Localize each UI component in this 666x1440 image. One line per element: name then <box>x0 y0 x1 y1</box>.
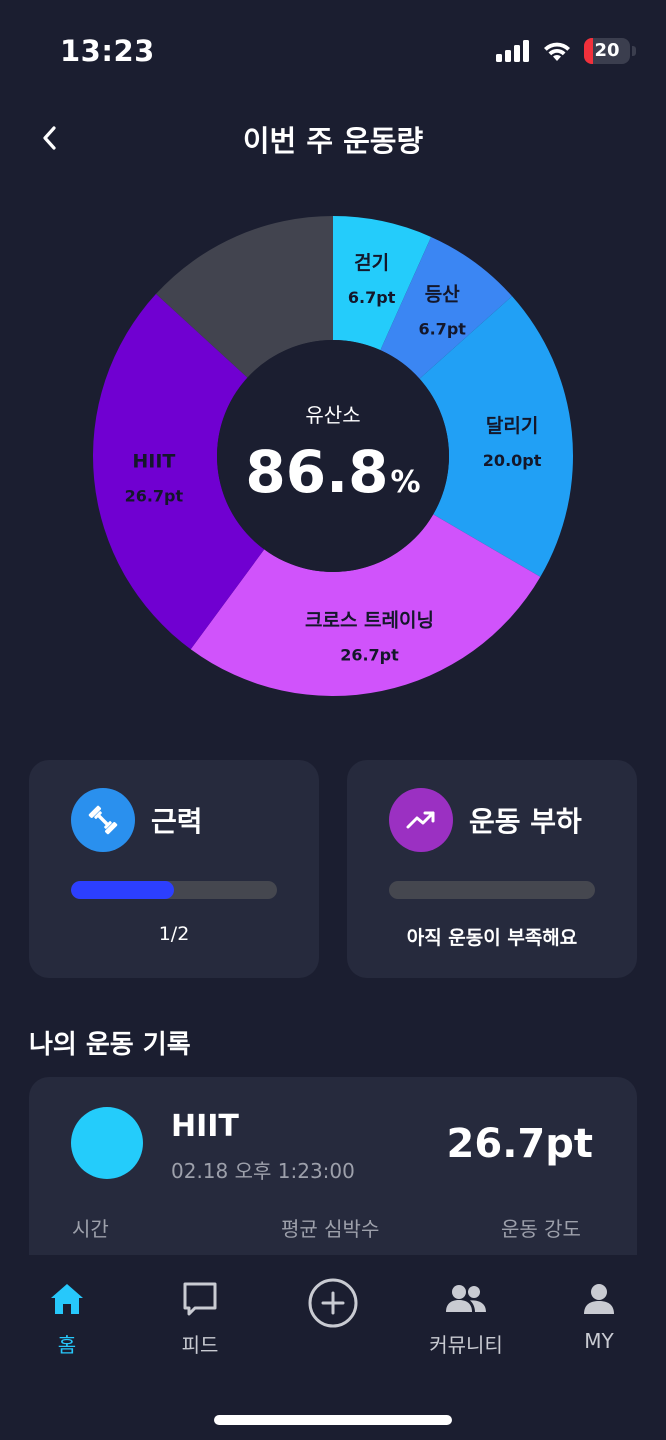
tab-bar: 홈 피드 커뮤니티 MY <box>0 1255 666 1440</box>
tab-my-label: MY <box>584 1329 614 1353</box>
tab-add[interactable] <box>268 1255 398 1365</box>
records-section-title: 나의 운동 기록 <box>29 1030 191 1060</box>
cellular-signal-icon <box>496 40 529 62</box>
record-points: 26.7pt <box>446 1121 593 1167</box>
record-date: 02.18 오후 1:23:00 <box>171 1159 355 1183</box>
tab-community[interactable]: 커뮤니티 <box>401 1255 531 1365</box>
tab-home[interactable]: 홈 <box>2 1255 132 1365</box>
record-name: HIIT <box>171 1109 239 1144</box>
plus-circle-icon <box>308 1278 358 1328</box>
stat-label-intensity: 운동 강도 <box>501 1217 581 1241</box>
strength-progress-fill <box>71 881 174 899</box>
donut-center-unit: % <box>390 465 421 500</box>
tab-my[interactable]: MY <box>534 1255 664 1365</box>
record-card[interactable]: HIIT 02.18 오후 1:23:00 26.7pt 시간 평균 심박수 운… <box>29 1077 637 1255</box>
load-title: 운동 부하 <box>469 805 582 838</box>
donut-segment-label-4: 크로스 트레이닝 <box>305 609 434 631</box>
donut-segment-value-4: 26.7pt <box>340 645 399 664</box>
donut-segment-value-1: 6.7pt <box>348 288 396 307</box>
stat-label-time: 시간 <box>72 1217 109 1241</box>
battery-level: 20 <box>594 40 620 61</box>
donut-segment-label-1: 걷기 <box>354 252 389 274</box>
tab-community-label: 커뮤니티 <box>429 1333 503 1357</box>
status-icons: 20 <box>496 38 636 64</box>
page-title: 이번 주 운동량 <box>242 124 424 158</box>
donut-center-value: 86.8% <box>93 438 573 506</box>
battery-icon: 20 <box>584 38 636 64</box>
person-icon <box>584 1284 614 1314</box>
strength-progress-track <box>71 881 277 899</box>
strength-card[interactable]: 근력 1/2 <box>29 760 319 978</box>
strength-icon-circle <box>71 788 135 852</box>
record-avatar <box>71 1107 143 1179</box>
tab-home-label: 홈 <box>57 1333 77 1357</box>
strength-progress-text: 1/2 <box>158 923 190 945</box>
load-card[interactable]: 운동 부하 아직 운동이 부족해요 <box>347 760 637 978</box>
dumbbell-icon <box>88 805 118 835</box>
trending-up-icon <box>406 811 435 829</box>
wifi-icon <box>544 42 570 61</box>
tab-feed[interactable]: 피드 <box>135 1255 265 1365</box>
donut-center-title: 유산소 <box>305 403 361 427</box>
status-bar: 13:23 20 <box>0 0 666 100</box>
chat-bubble-icon <box>183 1282 217 1316</box>
battery-cap <box>632 46 636 56</box>
home-icon <box>51 1284 83 1314</box>
home-indicator <box>214 1415 452 1425</box>
header: 이번 주 운동량 <box>0 100 666 180</box>
donut-segment-label-2: 등산 <box>425 284 460 306</box>
load-progress-text: 아직 운동이 부족해요 <box>406 927 578 949</box>
people-icon <box>446 1285 486 1312</box>
load-progress-track <box>389 881 595 899</box>
tab-feed-label: 피드 <box>181 1333 219 1357</box>
donut-center-number: 86.8 <box>245 438 389 506</box>
load-icon-circle <box>389 788 453 852</box>
exercise-donut-chart: 걷기 6.7pt 등산 6.7pt 달리기 20.0pt 크로스 트레이닝 26.7pt HII… <box>93 216 573 696</box>
status-time: 13:23 <box>60 34 155 68</box>
donut-segment-value-2: 6.7pt <box>418 320 466 339</box>
strength-title: 근력 <box>151 805 203 838</box>
stat-label-heart-rate: 평균 심박수 <box>281 1217 380 1241</box>
